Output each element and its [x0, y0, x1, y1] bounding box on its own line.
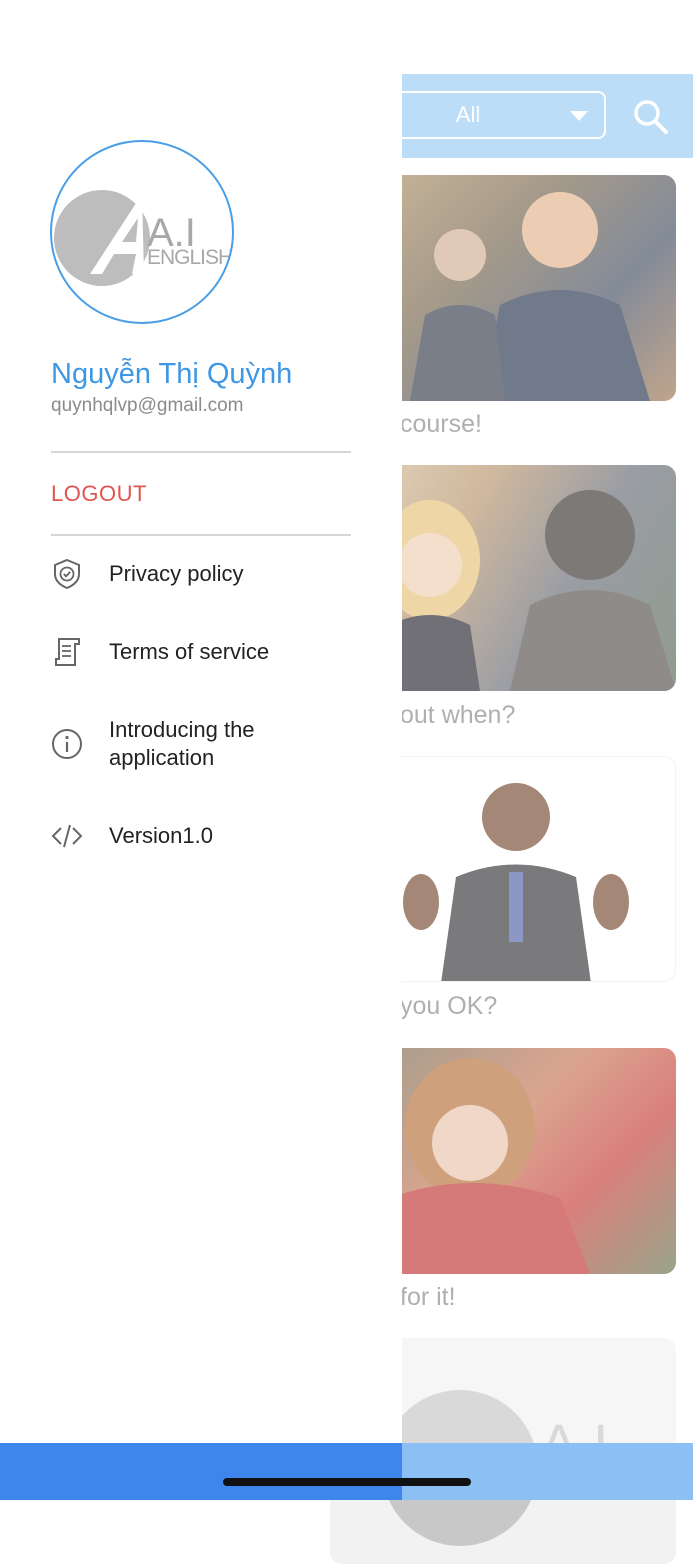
user-name: Nguyễn Thị Quỳnh [51, 358, 293, 390]
menu-item-label: Version1.0 [109, 823, 213, 848]
shield-check-icon [54, 558, 80, 590]
menu-item-version[interactable]: Version1.0 [51, 820, 371, 852]
menu-item-terms-of-service[interactable]: Terms of service [51, 636, 371, 668]
logout-button[interactable]: LOGOUT [51, 481, 147, 507]
avatar: A.I ENGLISH [50, 140, 234, 324]
menu-item-introducing-application[interactable]: Introducing the application [51, 716, 371, 772]
user-email: quynhqlvp@gmail.com [51, 395, 244, 416]
menu-item-label: Terms of service [109, 639, 270, 664]
app-logo-icon: A.I ENGLISH [54, 190, 232, 286]
code-icon [51, 824, 83, 848]
home-indicator[interactable] [223, 1478, 471, 1486]
divider [51, 534, 351, 536]
drawer-bottom-bar [0, 1443, 402, 1500]
info-icon [52, 729, 82, 759]
navigation-drawer: A.I ENGLISH Nguyễn Thị Quỳnh quynhqlvp@g… [0, 0, 402, 1500]
menu-item-label: Privacy policy [109, 561, 244, 586]
document-icon [55, 638, 80, 666]
menu-item-label: Introducing the application [109, 717, 255, 770]
divider [51, 451, 351, 453]
menu-item-privacy-policy[interactable]: Privacy policy [51, 558, 371, 590]
logo-subtitle: ENGLISH [147, 246, 232, 269]
